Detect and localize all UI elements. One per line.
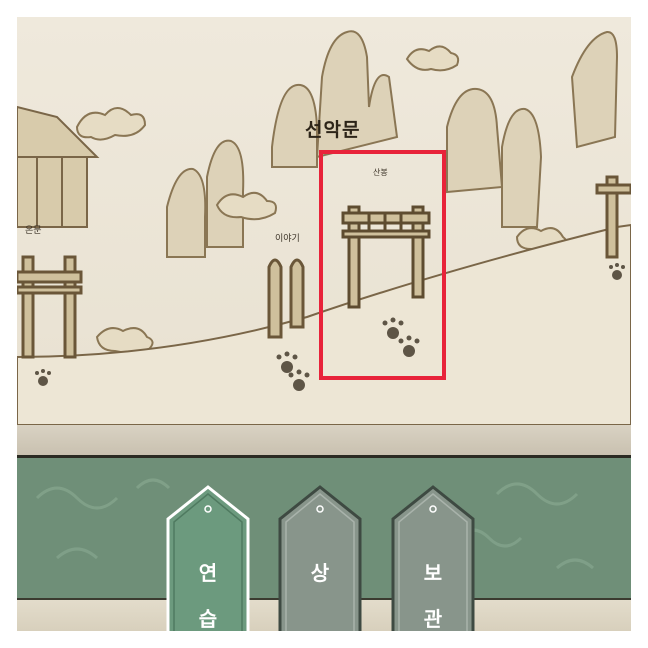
- tab-storage[interactable]: 보 관: [389, 485, 477, 631]
- map-title: 선악문: [305, 119, 361, 141]
- location-label-onmun[interactable]: 온문: [25, 223, 42, 236]
- highlighted-gate-target[interactable]: [319, 150, 446, 380]
- stone-ledge: [17, 425, 631, 455]
- tab-practice-char-1: 연: [198, 561, 218, 585]
- tab-shop[interactable]: 상: [276, 485, 364, 631]
- world-map: 선악문 온문 이야기 산봉: [17, 17, 631, 425]
- tab-storage-char-1: 보: [423, 561, 443, 585]
- tab-practice[interactable]: 연 습: [164, 485, 252, 631]
- tab-storage-char-2: 관: [423, 607, 443, 631]
- tab-practice-char-2: 습: [198, 607, 218, 631]
- tab-shop-char-1: 상: [310, 561, 330, 585]
- game-screen: 선악문 온문 이야기 산봉 연 습 상 보 관: [17, 17, 631, 631]
- location-label-iyagi[interactable]: 이야기: [275, 231, 300, 244]
